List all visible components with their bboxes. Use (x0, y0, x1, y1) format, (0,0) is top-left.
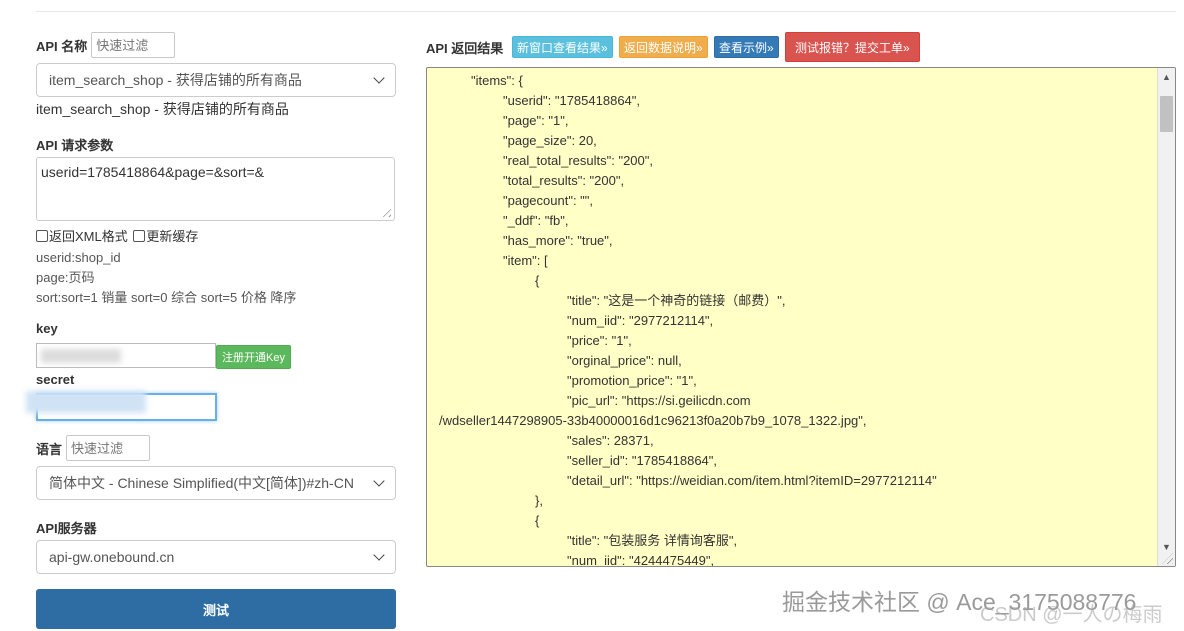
code-line: "items": { (471, 73, 523, 88)
xml-checkbox[interactable] (36, 230, 48, 242)
server-select[interactable]: api-gw.onebound.cn (36, 540, 396, 574)
code-line: "promotion_price": "1", (567, 373, 697, 388)
code-line: "title": "这是一个神奇的链接（邮费）", (567, 293, 786, 308)
result-title: API 返回结果 (426, 41, 504, 56)
secret-input[interactable] (26, 391, 217, 421)
options-row: 返回XML格式 更新缓存 (36, 226, 198, 245)
chevron-down-icon (373, 549, 385, 561)
api-select[interactable]: item_search_shop - 获得店铺的所有商品 (36, 63, 396, 97)
api-name-label: API 名称 (36, 38, 88, 54)
data-description-button[interactable]: 返回数据说明» (619, 36, 708, 58)
lang-select[interactable]: 简体中文 - Chinese Simplified(中文[简体])#zh-CN (36, 466, 396, 500)
params-label: API 请求参数 (36, 138, 114, 153)
code-line: { (535, 513, 540, 528)
code-line: "pic_url": "https://si.geilicdn.com (567, 393, 751, 408)
redacted-secret (26, 391, 146, 413)
lang-select-value: 简体中文 - Chinese Simplified(中文[简体])#zh-CN (49, 475, 354, 491)
code-line: { (535, 273, 540, 288)
code-line: "price": "1", (567, 333, 632, 348)
code-line: "pagecount": "", (503, 193, 594, 208)
code-line: "userid": "1785418864", (503, 93, 641, 108)
code-line: "item": [ (503, 253, 548, 268)
view-example-button[interactable]: 查看示例» (714, 36, 779, 58)
api-name-filter-input[interactable] (91, 32, 176, 58)
chevron-down-icon (373, 72, 385, 84)
code-line: }, (535, 493, 543, 508)
code-line: "has_more": "true", (503, 233, 613, 248)
key-label: key (36, 321, 58, 336)
code-line: "sales": 28371, (567, 433, 654, 448)
resize-grip-icon[interactable] (379, 205, 391, 217)
params-value: userid=1785418864&page=&sort=& (41, 164, 265, 180)
result-output[interactable]: "items": { "userid": "1785418864", "page":… (426, 67, 1176, 567)
server-label: API服务器 (36, 521, 97, 536)
lang-label: 语言 (36, 441, 63, 457)
redacted-key (41, 349, 121, 363)
code-line: /wdseller1447298905-33b40000016d1c96213f… (439, 413, 867, 428)
code-line: "orginal_price": null, (567, 353, 682, 368)
new-window-button[interactable]: 新窗口查看结果» (512, 36, 613, 58)
code-line: "total_results": "200", (503, 173, 625, 188)
top-divider (36, 11, 1176, 12)
code-line: "title": "包装服务 详情询客服", (567, 533, 738, 548)
server-select-value: api-gw.onebound.cn (49, 549, 175, 565)
hint-sort: sort:sort=1 销量 sort=0 综合 sort=5 价格 降序 (36, 290, 297, 305)
lang-filter-input[interactable] (66, 435, 151, 461)
watermark-text-secondary: CSDN @一人の梅雨 (980, 604, 1163, 626)
secret-label: secret (36, 372, 75, 387)
code-line: "_ddf": "fb", (503, 213, 569, 228)
test-button[interactable]: 测试 (36, 589, 396, 629)
scroll-thumb[interactable] (1160, 96, 1173, 132)
scroll-down-icon[interactable]: ▼ (1158, 538, 1175, 556)
cache-option-label: 更新缓存 (146, 229, 199, 244)
api-description: item_search_shop - 获得店铺的所有商品 (36, 101, 289, 117)
param-hints: userid:shop_id page:页码 sort:sort=1 销量 so… (36, 248, 296, 308)
api-select-value: item_search_shop - 获得店铺的所有商品 (49, 72, 302, 88)
code-line: "num_iid": "4244475449", (567, 553, 715, 567)
result-scrollbar[interactable]: ▲ ▼ (1157, 68, 1175, 566)
chevron-down-icon (373, 475, 385, 487)
code-line: "page": "1", (503, 113, 569, 128)
report-issue-button[interactable]: 测试报错？提交工单» (785, 32, 920, 62)
hint-page: page:页码 (36, 270, 95, 285)
params-textarea[interactable]: userid=1785418864&page=&sort=& (36, 157, 395, 221)
xml-option-label: 返回XML格式 (49, 229, 128, 244)
register-key-button[interactable]: 注册开通Key (216, 345, 291, 369)
code-line: "num_iid": "2977212114", (567, 313, 714, 328)
code-line: "real_total_results": "200", (503, 153, 653, 168)
key-input[interactable] (36, 343, 216, 368)
scroll-up-icon[interactable]: ▲ (1158, 68, 1175, 86)
code-line: "seller_id": "1785418864", (567, 453, 718, 468)
cache-checkbox[interactable] (133, 230, 146, 242)
code-line: "detail_url": "https://weidian.com/item.… (567, 473, 937, 488)
result-code: "items": { "userid": "1785418864", "page":… (427, 68, 1157, 566)
code-line: "page_size": 20, (503, 133, 597, 148)
hint-userid: userid:shop_id (36, 250, 121, 265)
